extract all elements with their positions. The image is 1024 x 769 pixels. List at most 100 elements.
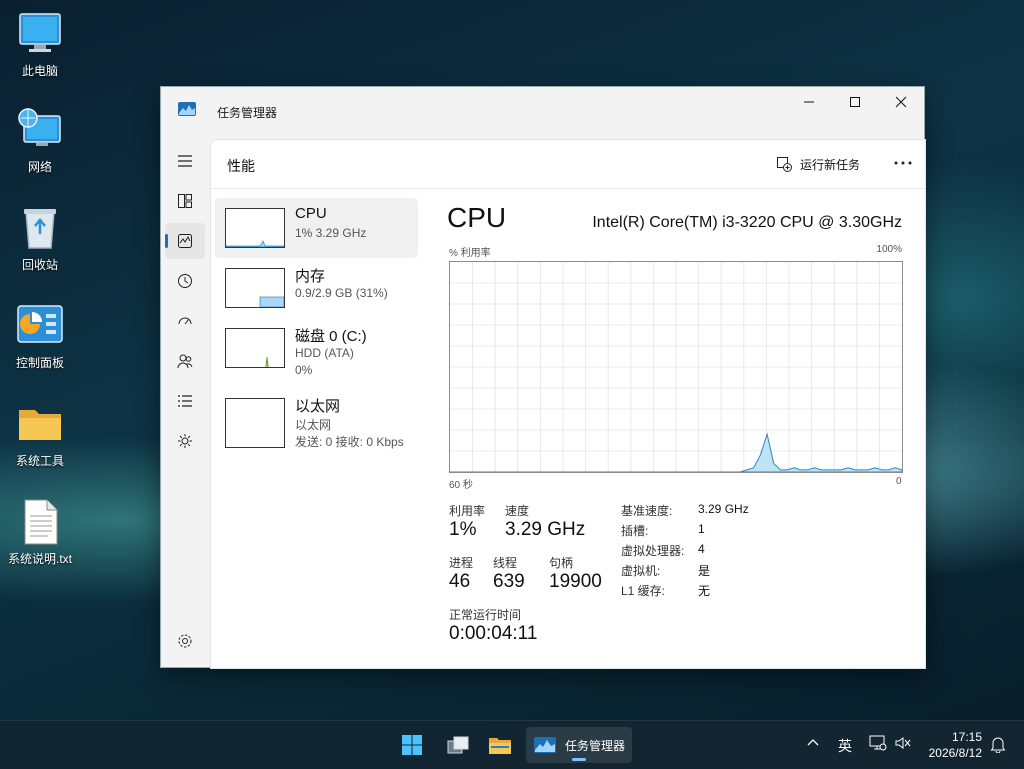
nav-settings[interactable]	[165, 623, 205, 659]
graph-x-left: 60 秒	[449, 480, 473, 491]
taskbar-task-manager[interactable]: 任务管理器	[526, 727, 632, 763]
processes-label: 进程	[449, 556, 474, 570]
nav-details[interactable]	[165, 383, 205, 419]
utilization-label: 利用率	[449, 504, 486, 518]
processes-icon	[178, 194, 192, 208]
minimize-button[interactable]	[786, 87, 832, 117]
file-explorer-button[interactable]	[482, 727, 518, 763]
show-hidden-icons-button[interactable]	[806, 735, 822, 751]
threads-value: 639	[493, 571, 525, 592]
run-task-icon	[777, 157, 792, 172]
computer-icon	[16, 10, 64, 58]
device-detail: 1% 3.29 GHz	[295, 226, 367, 240]
nav-startup-apps[interactable]	[165, 303, 205, 339]
nav-users[interactable]	[165, 343, 205, 379]
run-new-task-button[interactable]: 运行新任务	[776, 153, 860, 175]
running-indicator	[572, 758, 586, 761]
network-status-button[interactable]	[869, 735, 887, 754]
graph-y-max: 100%	[876, 244, 902, 255]
clock-date: 2026/8/12	[928, 746, 982, 760]
clock-time: 17:15	[951, 730, 982, 744]
uptime-value: 0:00:04:11	[449, 623, 538, 644]
title-bar[interactable]: 任务管理器	[161, 87, 924, 135]
task-manager-window: 任务管理器 性能 运行新任务 CPU 1% 3.29 GHz 内存 0.9/2.…	[160, 86, 926, 669]
desktop-icon-network[interactable]: 网络	[0, 106, 80, 175]
startup-icon	[178, 317, 192, 325]
device-memory[interactable]: 内存 0.9/2.9 GB (31%)	[215, 258, 418, 318]
close-icon	[895, 96, 907, 108]
services-icon	[178, 434, 192, 448]
hamburger-icon	[178, 155, 192, 167]
maximize-icon	[850, 97, 860, 107]
device-disk[interactable]: 磁盘 0 (C:) HDD (ATA) 0%	[215, 318, 418, 378]
desktop-icon-label: 系统说明.txt	[7, 552, 72, 566]
device-cpu[interactable]: CPU 1% 3.29 GHz	[215, 198, 418, 258]
minimize-icon	[804, 101, 814, 103]
maximize-button[interactable]	[832, 87, 878, 117]
nav-services[interactable]	[165, 423, 205, 459]
network-status-icon	[869, 735, 887, 751]
start-button[interactable]	[394, 727, 430, 763]
folder-icon	[16, 400, 64, 448]
notifications-button[interactable]	[989, 735, 1007, 756]
settings-icon	[178, 634, 192, 648]
volume-button[interactable]	[894, 735, 912, 754]
disk-thumbnail	[225, 328, 285, 368]
desktop-icon-system-tools[interactable]: 系统工具	[0, 400, 80, 469]
run-new-task-label: 运行新任务	[800, 157, 861, 172]
task-view-icon	[447, 736, 469, 754]
threads-label: 线程	[493, 556, 518, 570]
nav-app-history[interactable]	[165, 263, 205, 299]
detail-value: 3.29 GHz	[698, 502, 749, 516]
nav-performance[interactable]	[165, 223, 205, 259]
input-method-indicator[interactable]: 英	[838, 736, 852, 756]
page-title: 性能	[227, 158, 255, 174]
cpu-thumbnail	[225, 208, 285, 248]
detail-value: 无	[698, 584, 711, 598]
device-name: 内存	[295, 268, 326, 285]
sidebar	[161, 135, 209, 667]
detail-label: 插槽:	[621, 524, 649, 538]
device-name: CPU	[295, 205, 327, 222]
detail-value: 4	[698, 542, 705, 556]
device-detail: 以太网	[295, 418, 332, 432]
desktop-icon-label: 网络	[27, 160, 52, 174]
recycle-bin-icon	[16, 204, 64, 252]
desktop-icon-label: 此电脑	[21, 64, 58, 78]
detail-value: 是	[698, 564, 711, 578]
graph-y-label: % 利用率	[449, 248, 491, 259]
window-title: 任务管理器	[217, 106, 278, 120]
close-button[interactable]	[878, 87, 924, 117]
desktop-icon-label: 回收站	[21, 258, 58, 272]
windows-logo-icon	[402, 735, 422, 755]
desktop-icon-control-panel[interactable]: 控制面板	[0, 302, 80, 371]
more-icon	[894, 161, 912, 165]
device-detail: 0.9/2.9 GB (31%)	[295, 286, 388, 300]
performance-icon	[178, 234, 192, 248]
desktop-icon-text-file[interactable]: 系统说明.txt	[0, 498, 80, 567]
device-name: 磁盘 0 (C:)	[295, 328, 367, 345]
network-icon	[16, 106, 64, 154]
more-options-button[interactable]	[889, 151, 917, 175]
device-detail: HDD (ATA)	[295, 346, 354, 360]
memory-thumbnail	[225, 268, 285, 308]
content-area: 性能 运行新任务 CPU 1% 3.29 GHz 内存 0.9/2.9 GB (…	[210, 139, 926, 669]
detail-label: L1 缓存:	[621, 584, 666, 598]
utilization-value: 1%	[449, 519, 477, 540]
detail-label: 基准速度:	[621, 504, 673, 518]
desktop-icon-recycle-bin[interactable]: 回收站	[0, 204, 80, 273]
clock[interactable]: 17:15 2026/8/12	[926, 729, 982, 761]
detail-label: 虚拟机:	[621, 564, 661, 578]
desktop-icon-computer[interactable]: 此电脑	[0, 10, 80, 79]
device-ethernet[interactable]: 以太网 以太网 发送: 0 接收: 0 Kbps	[215, 388, 418, 449]
task-view-button[interactable]	[440, 727, 476, 763]
task-manager-taskbar-icon	[534, 737, 556, 753]
cpu-model: Intel(R) Core(TM) i3-3220 CPU @ 3.30GHz	[592, 214, 902, 231]
detail-label: 虚拟处理器:	[621, 544, 685, 558]
device-detail: 0%	[295, 363, 313, 377]
nav-processes[interactable]	[165, 183, 205, 219]
desktop-icon-label: 控制面板	[15, 356, 64, 370]
cpu-usage-graph	[449, 261, 903, 473]
graph-x-right: 0	[896, 476, 902, 487]
hamburger-menu-button[interactable]	[165, 143, 205, 179]
